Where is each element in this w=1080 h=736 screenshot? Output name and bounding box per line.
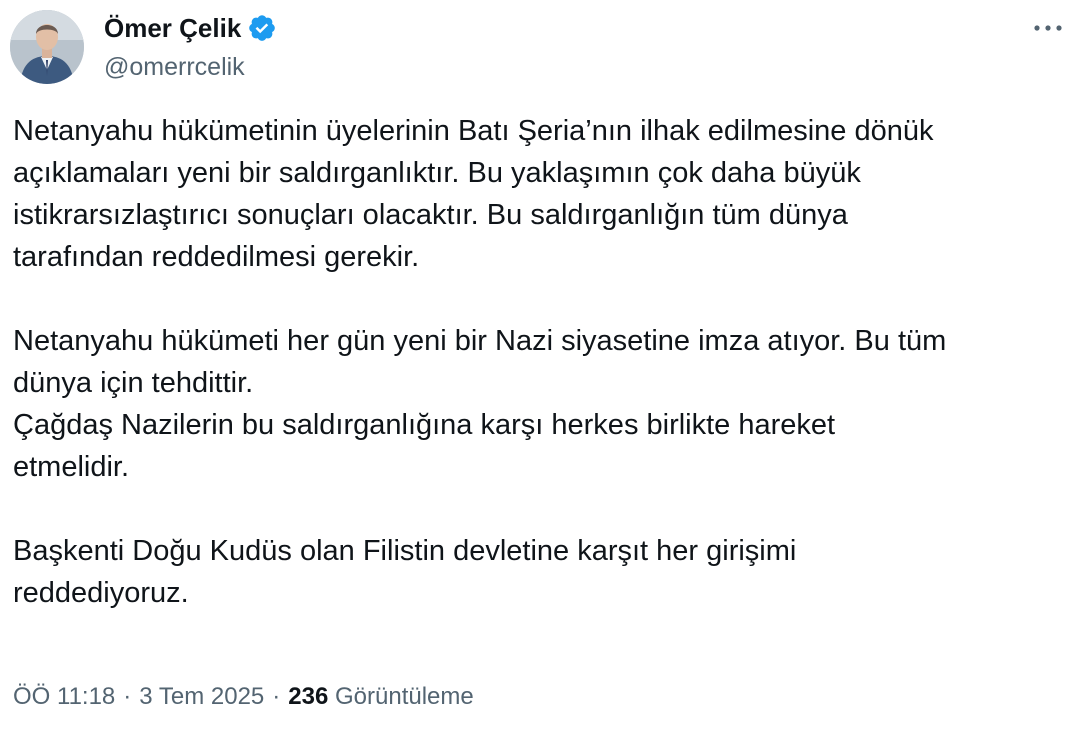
tweet-line: açıklamaları yeni bir saldırganlıktır. B… [13,157,861,189]
tweet-meta: ÖÖ 11:18 · 3 Tem 2025 · 236 Görüntüleme [13,680,474,714]
tweet-line: Netanyahu hükümetinin üyelerinin Batı Şe… [13,115,934,147]
tweet-paragraph: Başkenti Doğu Kudüs olan Filistin devlet… [13,530,1068,614]
tweet-line: dünya için tehdittir. [13,367,254,399]
tweet-line: etmelidir. [13,451,130,483]
tweet-line: reddediyoruz. [13,577,189,609]
tweet-line: Çağdaş Nazilerin bu saldırganlığına karş… [13,409,836,441]
profile-photo-icon [10,10,84,84]
views-count: 236 [288,683,329,710]
views-label: Görüntüleme [334,683,474,710]
tweet-card: Ömer Çelik @omerrcelik Netanyahu hükümet… [0,0,1080,736]
meta-separator: · [272,683,281,710]
meta-separator: · [123,683,132,710]
tweet-text: Netanyahu hükümetinin üyelerinin Batı Şe… [13,110,1068,614]
tweet-paragraph: Netanyahu hükümetinin üyelerinin Batı Şe… [13,110,1068,278]
author-display-name[interactable]: Ömer Çelik [104,10,241,46]
more-options-button[interactable] [1030,14,1066,42]
tweet-line: istikrarsızlaştırıcı sonuçları olacaktır… [13,199,848,231]
author-name-row: Ömer Çelik [104,10,277,46]
tweet-line: tarafından reddedilmesi gerekir. [13,241,420,273]
verified-badge-icon[interactable] [247,13,277,43]
tweet-time[interactable]: ÖÖ 11:18 [13,683,115,710]
more-horizontal-icon [1034,25,1062,31]
tweet-paragraph: Netanyahu hükümeti her gün yeni bir Nazi… [13,320,1068,488]
author-handle[interactable]: @omerrcelik [104,50,245,84]
tweet-line: Başkenti Doğu Kudüs olan Filistin devlet… [13,535,797,567]
avatar[interactable] [10,10,84,84]
tweet-line: Netanyahu hükümeti her gün yeni bir Nazi… [13,325,947,357]
tweet-date[interactable]: 3 Tem 2025 [139,683,264,710]
